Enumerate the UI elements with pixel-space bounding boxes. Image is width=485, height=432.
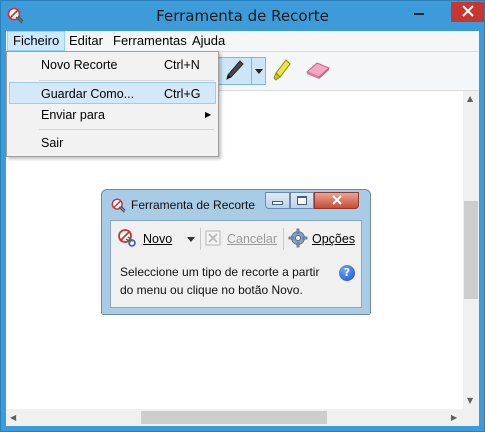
- horizontal-scrollbar[interactable]: ◀ ▶: [6, 409, 463, 426]
- new-snip-button[interactable]: Novo: [117, 228, 172, 250]
- menu-item-label: Guardar Como...: [41, 87, 135, 101]
- eraser-icon: [304, 60, 332, 83]
- menu-separator: [39, 80, 214, 81]
- menu-item-sair[interactable]: Sair: [9, 132, 216, 154]
- toolbar-separator: [200, 228, 201, 250]
- highlighter-button[interactable]: [268, 57, 296, 85]
- submenu-arrow-icon: ▶: [205, 110, 212, 119]
- menu-item-guardar-como[interactable]: Guardar Como... Ctrl+G: [9, 82, 216, 104]
- scrollbar-corner: [463, 409, 479, 426]
- pen-dropdown-button[interactable]: [252, 57, 266, 85]
- vertical-scrollbar[interactable]: ▲ ▼: [463, 91, 479, 409]
- menu-item-novo-recorte[interactable]: Novo Recorte Ctrl+N: [9, 54, 216, 76]
- highlighter-icon: [271, 58, 293, 85]
- pen-icon: [223, 59, 245, 84]
- dialog-window-controls: [265, 192, 363, 210]
- scroll-up-icon[interactable]: ▲: [467, 94, 473, 104]
- vertical-scroll-thumb[interactable]: [464, 201, 478, 299]
- minimize-icon: [272, 201, 283, 205]
- horizontal-scroll-thumb[interactable]: [141, 411, 327, 424]
- menu-ferramentas[interactable]: Ferramentas: [108, 32, 192, 50]
- dropdown-arrow-icon: [254, 64, 263, 78]
- dialog-close-button[interactable]: [314, 192, 359, 209]
- eraser-button[interactable]: [302, 57, 334, 85]
- new-snip-label: Novo: [143, 232, 173, 246]
- menu-item-label: Enviar para: [41, 108, 105, 122]
- cancel-label: Cancelar: [227, 232, 278, 246]
- toolbar-separator: [283, 228, 284, 250]
- minimize-button[interactable]: [405, 2, 433, 22]
- menu-ajuda[interactable]: Ajuda: [187, 32, 230, 50]
- close-icon: [461, 4, 474, 20]
- menu-bar: Ficheiro Editar Ferramentas Ajuda: [6, 31, 479, 52]
- help-icon[interactable]: ?: [339, 265, 355, 281]
- new-snip-dropdown[interactable]: [187, 228, 195, 250]
- file-menu: Novo Recorte Ctrl+N Guardar Como... Ctrl…: [6, 51, 219, 157]
- cancel-icon: [204, 229, 222, 250]
- menu-editar[interactable]: Editar: [64, 32, 108, 50]
- cancel-button[interactable]: Cancelar: [204, 228, 277, 250]
- close-button[interactable]: [451, 2, 484, 22]
- dialog-minimize-button[interactable]: [265, 192, 290, 209]
- snipping-tool-dialog: Ferramenta de Recorte Novo Cancelar Opçõ…: [101, 189, 371, 315]
- options-button[interactable]: Opções: [288, 228, 355, 250]
- menu-separator: [39, 129, 214, 130]
- menu-item-shortcut: Ctrl+G: [164, 87, 201, 101]
- menu-item-enviar-para[interactable]: Enviar para ▶: [9, 104, 216, 126]
- maximize-icon: [297, 196, 307, 205]
- gear-icon: [288, 228, 308, 251]
- dialog-body: Novo Cancelar Opções Seleccione um tipo …: [110, 220, 362, 308]
- menu-item-label: Novo Recorte: [41, 58, 118, 72]
- scissors-icon: [117, 228, 139, 251]
- dialog-maximize-button[interactable]: [290, 192, 314, 209]
- menu-ficheiro[interactable]: Ficheiro: [7, 31, 66, 51]
- dialog-title: Ferramenta de Recorte: [131, 198, 256, 212]
- minimize-icon: [414, 13, 424, 15]
- menu-item-label: Sair: [41, 136, 64, 150]
- scroll-right-icon[interactable]: ▶: [451, 413, 457, 423]
- scroll-left-icon[interactable]: ◀: [10, 413, 16, 423]
- dialog-toolbar: Novo Cancelar Opções: [111, 221, 361, 257]
- title-bar[interactable]: Ferramenta de Recorte: [1, 1, 484, 31]
- pen-button[interactable]: [216, 57, 252, 85]
- menu-item-shortcut: Ctrl+N: [164, 58, 200, 72]
- instruction-text: Seleccione um tipo de recorte a partir d…: [120, 265, 320, 297]
- scroll-down-icon[interactable]: ▼: [467, 396, 473, 406]
- close-icon: [331, 194, 342, 208]
- options-label: Opções: [312, 232, 356, 246]
- snipping-tool-icon: [111, 198, 127, 217]
- main-window: Ferramenta de Recorte Ficheiro Editar Fe…: [0, 0, 485, 432]
- dropdown-arrow-icon: [187, 232, 195, 246]
